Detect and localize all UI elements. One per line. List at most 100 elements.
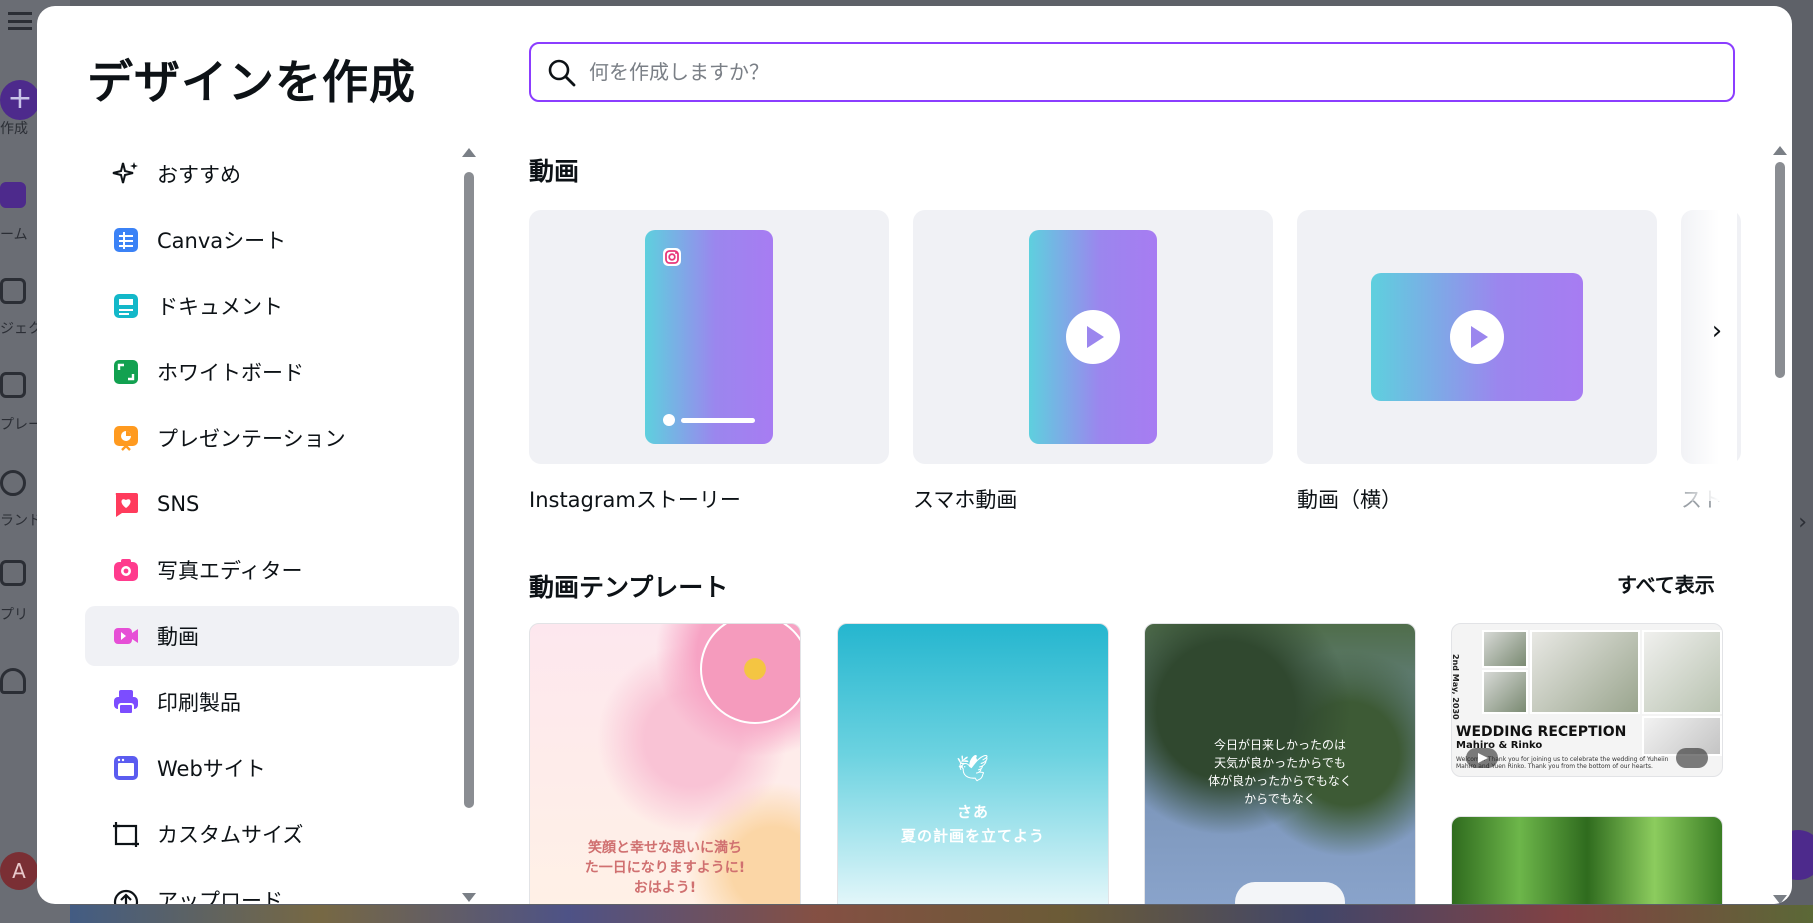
nav-item-label: 動画 <box>157 625 199 649</box>
nav-item-label: 印刷製品 <box>157 691 241 715</box>
nav-item-label: カスタムサイズ <box>157 823 304 847</box>
nav-item-recommended[interactable]: おすすめ <box>85 144 459 204</box>
rail-label: ーム <box>0 227 28 243</box>
scroll-down-arrow-icon[interactable] <box>462 893 476 902</box>
create-plus-icon: + <box>0 80 40 120</box>
website-icon <box>111 753 141 783</box>
nav-item-document[interactable]: ドキュメント <box>85 276 459 336</box>
nav-item-label: Canvaシート <box>157 229 287 253</box>
content-scrollbar[interactable] <box>1773 146 1787 904</box>
scroll-down-arrow-icon[interactable] <box>1773 895 1787 904</box>
nav-item-print[interactable]: 印刷製品 <box>85 672 459 732</box>
phone-thumbnail <box>1029 230 1157 444</box>
nav-item-label: ドキュメント <box>157 295 283 319</box>
content-scroll-thumb[interactable] <box>1775 162 1785 378</box>
template-photo <box>1482 630 1528 668</box>
template-caption: さあ 夏の計画を立てよう <box>900 803 1045 845</box>
template-caption: 笑顔と幸せな思いに満ち た一日になりますように! おはよう! <box>584 840 746 896</box>
nav-scrollbar[interactable] <box>462 148 476 902</box>
template-card[interactable] <box>1451 816 1723 904</box>
nav-item-canva-sheet[interactable]: Canvaシート <box>85 210 459 270</box>
printer-icon <box>111 687 141 717</box>
template-card[interactable]: 今日が日来しかったのは 天気が良かったからでも 体が良かったからでもなく からで… <box>1144 623 1416 904</box>
background-thumbnails <box>70 905 1813 923</box>
rail-label: ジェク <box>0 321 42 337</box>
video-card-label: Instagramストーリー <box>529 488 741 512</box>
rail-label: プリ <box>0 607 28 623</box>
template-photo <box>1642 630 1722 714</box>
rail-label: 作成 <box>0 121 28 137</box>
video-card-mobile-video[interactable] <box>913 210 1273 464</box>
document-icon <box>111 291 141 321</box>
sheet-icon <box>111 225 141 255</box>
category-nav: おすすめ Canvaシート ドキュメント ホワイトボード プレゼンテーション S… <box>85 144 459 904</box>
video-card-landscape-video[interactable] <box>1297 210 1657 464</box>
carousel-fade <box>1677 201 1737 501</box>
nav-item-video[interactable]: 動画 <box>85 606 459 666</box>
play-icon <box>1450 310 1504 364</box>
custom-size-icon <box>111 819 141 849</box>
avatar: A <box>0 852 38 890</box>
chevron-right-icon: › <box>1711 316 1723 346</box>
play-icon <box>1066 310 1120 364</box>
menu-icon <box>8 12 32 30</box>
progress-dot <box>663 414 675 426</box>
modal-title: デザインを作成 <box>87 55 416 109</box>
folder-icon <box>0 278 26 304</box>
nav-item-presentation[interactable]: プレゼンテーション <box>85 408 459 468</box>
nav-item-photo-editor[interactable]: 写真エディター <box>85 540 459 600</box>
template-card[interactable]: 2nd May, 2030 WEDDING RECEPTION Mahiro &… <box>1451 623 1723 777</box>
upload-icon <box>111 885 141 904</box>
template-date: 2nd May, 2030 <box>1451 654 1460 720</box>
template-photo <box>1482 670 1528 714</box>
nav-item-label: Webサイト <box>157 757 266 781</box>
video-card-label: スマホ動画 <box>913 488 1018 512</box>
nav-item-label: プレゼンテーション <box>157 427 346 451</box>
bell-icon <box>0 668 26 694</box>
phone-thumbnail <box>645 230 773 444</box>
landscape-thumbnail <box>1371 273 1583 401</box>
nav-scroll-thumb[interactable] <box>464 172 474 808</box>
apps-icon <box>0 560 26 586</box>
template-caption: 今日が日来しかったのは 天気が良かったからでも 体が良かったからでもなく からで… <box>1208 738 1352 806</box>
nav-item-upload[interactable]: アップロード <box>85 870 459 904</box>
heart-icon <box>111 489 141 519</box>
nav-item-label: おすすめ <box>157 163 241 187</box>
bird-icon: 🕊 <box>956 754 990 784</box>
see-all-link[interactable]: すべて表示 <box>1617 569 1715 598</box>
nav-item-sns[interactable]: SNS <box>85 474 459 534</box>
presentation-icon <box>111 423 141 453</box>
progress-bar <box>681 418 755 423</box>
create-design-modal: デザインを作成 おすすめ Canvaシート ドキュメント <box>37 6 1792 904</box>
scroll-up-arrow-icon[interactable] <box>462 148 476 157</box>
search-box[interactable] <box>529 42 1735 102</box>
camera-icon <box>111 555 141 585</box>
whiteboard-icon <box>111 357 141 387</box>
nav-item-label: アップロード <box>157 889 283 904</box>
scroll-up-arrow-icon[interactable] <box>1773 146 1787 155</box>
nav-item-whiteboard[interactable]: ホワイトボード <box>85 342 459 402</box>
template-card[interactable]: 笑顔と幸せな思いに満ち た一日になりますように! おはよう! <box>529 623 801 904</box>
search-icon <box>548 59 576 87</box>
template-section-title: 動画テンプレート <box>529 573 729 602</box>
instagram-icon <box>663 248 681 266</box>
video-card-instagram-story[interactable] <box>529 210 889 464</box>
crown-icon <box>1676 748 1708 768</box>
sparkle-icon <box>111 159 141 189</box>
play-icon <box>1466 748 1498 768</box>
nav-item-custom-size[interactable]: カスタムサイズ <box>85 804 459 864</box>
template-photo <box>1530 630 1640 714</box>
cloud-graphic <box>1235 882 1345 904</box>
template-card[interactable]: 🕊 さあ 夏の計画を立てよう <box>837 623 1109 904</box>
template-icon <box>0 372 26 398</box>
carousel-next-button[interactable]: › <box>1699 314 1735 350</box>
brand-icon <box>0 470 26 496</box>
nav-item-label: 写真エディター <box>157 559 303 583</box>
search-input[interactable] <box>589 54 1689 90</box>
rail-label: プレー <box>0 417 42 433</box>
flower-graphic <box>700 624 800 724</box>
nav-item-website[interactable]: Webサイト <box>85 738 459 798</box>
home-icon <box>0 182 26 208</box>
template-caption: WEDDING RECEPTION <box>1456 724 1627 740</box>
nav-item-label: SNS <box>157 492 200 516</box>
